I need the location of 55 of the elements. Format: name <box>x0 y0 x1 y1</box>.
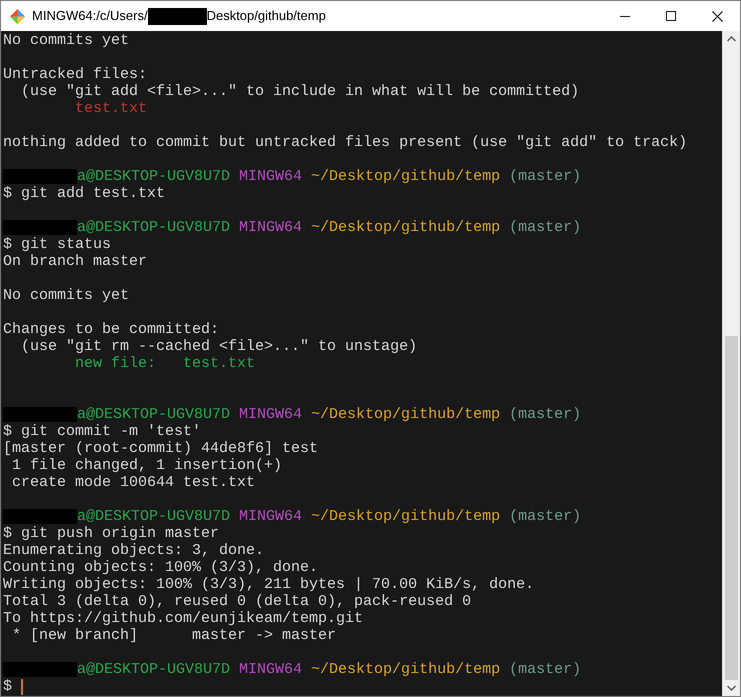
prompt-system: MINGW64 <box>239 508 302 525</box>
prompt-path: ~/Desktop/github/temp <box>311 661 500 678</box>
terminal-line: Total 3 (delta 0), reused 0 (delta 0), pack-reused 0 <box>3 593 472 610</box>
scroll-up-icon[interactable] <box>727 36 736 42</box>
prompt-branch: (master) <box>509 219 582 236</box>
terminal-line: No commits yet <box>3 287 130 304</box>
terminal-line: $ git add test.txt <box>3 185 166 202</box>
maximize-icon <box>666 11 676 21</box>
prompt-system: MINGW64 <box>239 406 302 423</box>
prompt-path: ~/Desktop/github/temp <box>311 508 500 525</box>
terminal-line: (use "git rm --cached <file>..." to unstage) <box>20 338 418 355</box>
terminal-line: No commits yet <box>3 32 130 49</box>
prompt-branch: (master) <box>509 508 582 525</box>
scroll-down-icon[interactable] <box>727 685 736 691</box>
prompt-path: ~/Desktop/github/temp <box>311 168 500 185</box>
window-title: Desktop/github/temp <box>206 7 326 26</box>
prompt-system: MINGW64 <box>239 219 302 236</box>
terminal-line: Untracked files: <box>3 66 148 83</box>
terminal-line: $ git push origin master <box>3 525 220 542</box>
terminal-line: On branch master <box>3 253 148 270</box>
terminal-line: $ git commit -m 'test' <box>3 423 202 440</box>
terminal-line: $ git status <box>3 236 112 253</box>
terminal-line: 1 file changed, 1 insertion(+) <box>11 457 282 474</box>
terminal-line: * [new branch] master -> master <box>11 627 336 644</box>
redaction-bar <box>148 8 207 24</box>
prompt-branch: (master) <box>509 406 582 423</box>
prompt-user: a@DESKTOP-UGV8U7D <box>77 168 230 185</box>
terminal-line: create mode 100644 test.txt <box>11 474 256 491</box>
terminal-line: [master (root-commit) 44de8f6] test <box>3 440 318 457</box>
scrollbar[interactable] <box>722 31 740 696</box>
terminal-line: Counting objects: 100% (3/3), done. <box>3 559 318 576</box>
prompt-user: a@DESKTOP-UGV8U7D <box>77 406 230 423</box>
terminal-line: To https://github.com/eunjikeam/temp.git <box>3 610 364 627</box>
diamond-logo-icon <box>9 8 26 24</box>
staged-file: new file: test.txt <box>74 355 256 372</box>
untracked-file: test.txt <box>74 100 148 117</box>
prompt-branch: (master) <box>509 661 582 678</box>
terminal-line: Changes to be committed: <box>3 321 220 338</box>
terminal-line: Writing objects: 100% (3/3), 211 bytes | 70.00 KiB/s, done. <box>3 576 534 593</box>
prompt-path: ~/Desktop/github/temp <box>311 406 500 423</box>
prompt-symbol: $ <box>3 678 12 695</box>
prompt-user: a@DESKTOP-UGV8U7D <box>77 219 230 236</box>
prompt-system: MINGW64 <box>239 168 302 185</box>
terminal-line: Enumerating objects: 3, done. <box>3 542 264 559</box>
close-icon <box>712 10 722 22</box>
prompt-user: a@DESKTOP-UGV8U7D <box>77 508 230 525</box>
scroll-thumb[interactable] <box>725 336 738 680</box>
text-cursor[interactable] <box>21 678 24 694</box>
prompt-branch: (master) <box>509 168 582 185</box>
window-title: MINGW64:/c/Users/ <box>32 7 148 26</box>
prompt-system: MINGW64 <box>239 661 302 678</box>
prompt-path: ~/Desktop/github/temp <box>311 219 500 236</box>
prompt-user: a@DESKTOP-UGV8U7D <box>77 661 230 678</box>
terminal-line: (use "git add <file>..." to include in what will be committed) <box>20 83 580 100</box>
terminal-line: nothing added to commit but untracked files present (use "git add" to track) <box>3 134 688 151</box>
